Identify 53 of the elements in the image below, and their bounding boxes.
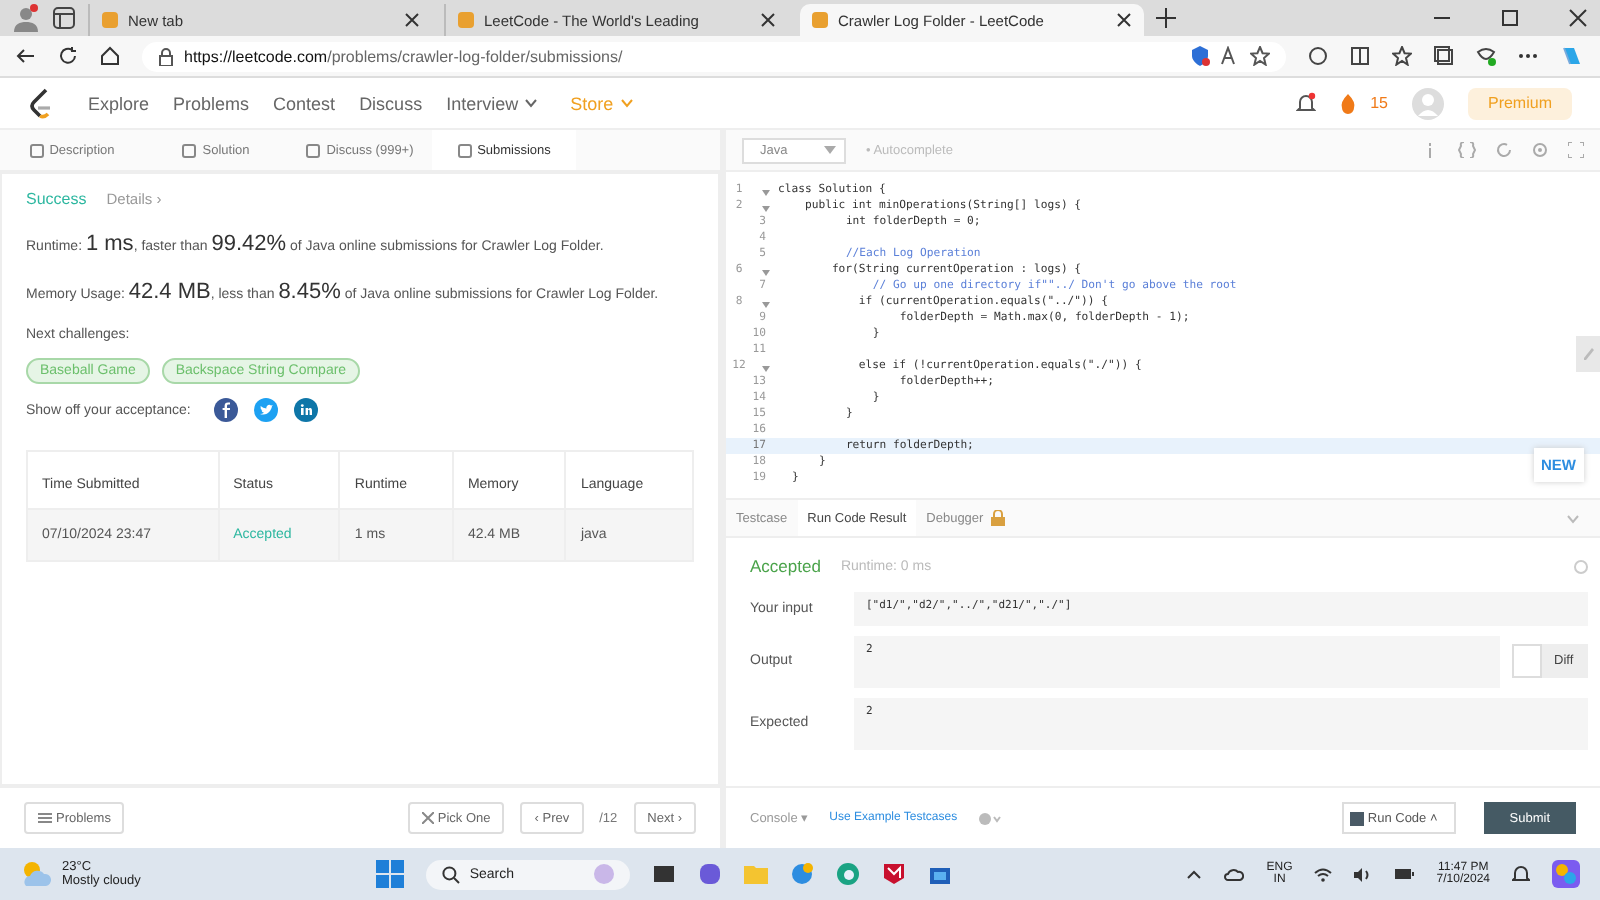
nav-link[interactable]: Problems	[173, 93, 250, 113]
lock-icon	[989, 510, 1006, 526]
url-host: https://leetcode.com	[184, 47, 328, 65]
nav-link[interactable]: Contest	[273, 93, 336, 113]
tab-icon	[457, 143, 472, 157]
collections-icon[interactable]	[1434, 46, 1454, 66]
caret-icon	[524, 98, 539, 108]
tab-icon	[29, 143, 44, 157]
shield-app-icon[interactable]	[881, 862, 906, 886]
split-screen-icon[interactable]	[1350, 46, 1370, 66]
tab-icon	[306, 143, 321, 157]
shield-icon[interactable]	[1190, 46, 1210, 66]
speaker-icon[interactable]	[1354, 867, 1373, 881]
back-icon[interactable]	[16, 46, 36, 66]
close-icon[interactable]	[760, 12, 776, 28]
profile-icon[interactable]	[12, 4, 40, 32]
star-icon[interactable]	[1250, 46, 1270, 66]
close-icon[interactable]	[404, 12, 420, 28]
result-status: Success	[26, 190, 87, 208]
close-icon[interactable]	[1116, 12, 1132, 28]
close-icon[interactable]	[1568, 8, 1588, 28]
new-tab-icon[interactable]	[1156, 8, 1176, 28]
flame-icon	[1340, 93, 1357, 113]
bell-icon[interactable]	[1296, 92, 1317, 114]
caret-icon	[824, 146, 836, 154]
result-verdict: Accepted	[750, 556, 821, 576]
linkedin-icon[interactable]	[294, 398, 319, 422]
windows-start-icon[interactable]	[375, 860, 404, 888]
address-bar[interactable]: https://leetcode.com/problems/crawler-log-folder/submissions/	[142, 41, 1286, 71]
wifi-icon[interactable]	[1314, 867, 1333, 881]
nav-link[interactable]: Explore	[88, 93, 150, 113]
more-icon[interactable]	[1518, 52, 1538, 60]
list-icon	[38, 812, 52, 824]
favorites-icon[interactable]	[1392, 46, 1412, 66]
cloud-icon[interactable]	[1224, 866, 1245, 882]
notification-bell-icon[interactable]	[1512, 864, 1530, 884]
logo-icon[interactable]	[28, 87, 56, 119]
chevron-up-icon[interactable]	[1186, 869, 1203, 879]
read-aloud-icon[interactable]	[1220, 46, 1240, 66]
caret-icon	[619, 98, 634, 108]
refresh-icon[interactable]	[58, 46, 78, 66]
nav-dropdown[interactable]: Interview	[446, 93, 547, 113]
facebook-icon[interactable]	[214, 398, 239, 422]
tab-icon	[182, 143, 197, 157]
search-icon	[441, 865, 460, 883]
tab-actions-icon[interactable]	[52, 6, 76, 30]
lock-icon	[158, 47, 174, 65]
nav-link[interactable]: Discuss	[359, 93, 423, 113]
battery-icon[interactable]	[1394, 868, 1415, 880]
maximize-icon[interactable]	[1500, 8, 1520, 28]
home-icon[interactable]	[100, 46, 120, 66]
url-path: /problems/crawler-log-folder/submissions/	[327, 47, 623, 65]
twitter-icon[interactable]	[254, 398, 279, 422]
